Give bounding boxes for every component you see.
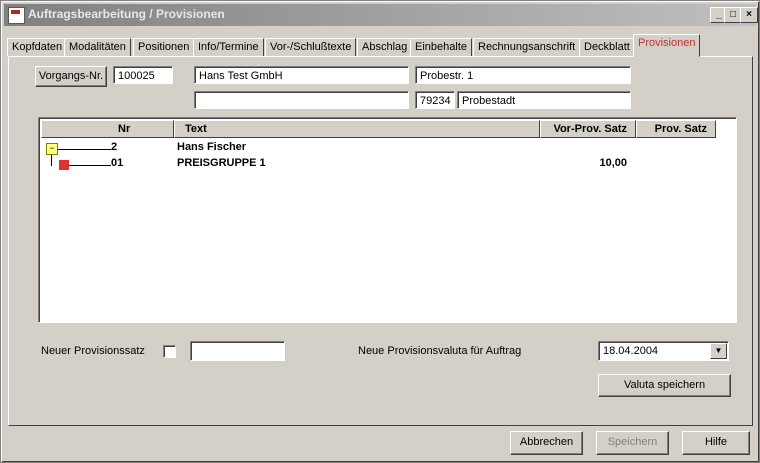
valuta-save-button[interactable]: Valuta speichern <box>598 374 731 397</box>
neuer-provisionssatz-checkbox[interactable] <box>163 345 176 358</box>
help-button[interactable]: Hilfe <box>682 431 750 455</box>
cancel-button[interactable]: Abbrechen <box>510 431 583 455</box>
main-window: Auftragsbearbeitung / Provisionen _ □ × … <box>0 0 760 463</box>
valuta-date-select[interactable]: 18.04.2004 ▼ <box>598 341 729 361</box>
tab-vor-schlusstexte[interactable]: Vor-/Schlußtexte <box>265 38 357 57</box>
column-header-vor-prov-satz[interactable]: Vor-Prov. Satz <box>540 120 636 138</box>
street-field[interactable]: Probestr. 1 <box>415 66 631 84</box>
close-button[interactable]: × <box>740 7 758 23</box>
vorgang-nr-button[interactable]: Vorgangs-Nr. <box>35 66 107 87</box>
tree-line-horizontal-2 <box>69 165 111 166</box>
row-2-vor-prov-satz[interactable]: 10,00 <box>579 157 627 169</box>
customer-name2-field[interactable] <box>194 91 409 109</box>
tab-abschlag[interactable]: Abschlag <box>357 38 413 57</box>
column-header-nr[interactable]: Nr <box>41 120 174 138</box>
row-2-text[interactable]: PREISGRUPPE 1 <box>177 157 266 169</box>
column-header-text[interactable]: Text <box>174 120 540 138</box>
row-1-text[interactable]: Hans Fischer <box>177 141 246 153</box>
title-bar: Auftragsbearbeitung / Provisionen _ □ × <box>4 4 758 26</box>
row-2-nr[interactable]: 01 <box>111 157 123 169</box>
app-icon <box>8 7 25 24</box>
tree-line-horizontal-1 <box>58 149 111 150</box>
tab-kopfdaten[interactable]: Kopfdaten <box>7 38 68 57</box>
vorgang-nr-field[interactable]: 100025 <box>113 66 173 84</box>
chevron-down-icon[interactable]: ▼ <box>710 343 727 359</box>
valuta-date-value: 18.04.2004 <box>603 345 659 357</box>
minus-box-icon[interactable]: − <box>46 143 58 155</box>
column-header-prov-satz[interactable]: Prov. Satz <box>636 120 716 138</box>
tab-modalitaeten[interactable]: Modalitäten <box>64 38 131 57</box>
customer-name-field[interactable]: Hans Test GmbH <box>194 66 409 84</box>
tab-positionen[interactable]: Positionen <box>133 38 195 57</box>
valuta-label: Neue Provisionsvaluta für Auftrag <box>358 345 522 357</box>
tab-einbehalte[interactable]: Einbehalte <box>410 38 472 57</box>
row-1-nr[interactable]: 2 <box>111 141 117 153</box>
tab-rechnungsanschrift[interactable]: Rechnungsanschrift <box>473 38 581 57</box>
tab-provisionen[interactable]: Provisionen <box>633 34 701 57</box>
save-button[interactable]: Speichern <box>596 431 669 455</box>
provision-list[interactable]: Nr Text Vor-Prov. Satz Prov. Satz − 2 Ha… <box>38 117 737 323</box>
neuer-provisionssatz-field[interactable] <box>190 341 285 361</box>
tab-deckblatt[interactable]: Deckblatt <box>579 38 635 57</box>
red-square-icon <box>59 160 69 170</box>
window-title: Auftragsbearbeitung / Provisionen <box>28 7 225 21</box>
zip-field[interactable]: 79234 <box>415 91 455 109</box>
neuer-provisionssatz-label: Neuer Provisionssatz <box>41 345 145 357</box>
tab-info-termine[interactable]: Info/Termine <box>193 38 264 57</box>
city-field[interactable]: Probestadt <box>457 91 631 109</box>
